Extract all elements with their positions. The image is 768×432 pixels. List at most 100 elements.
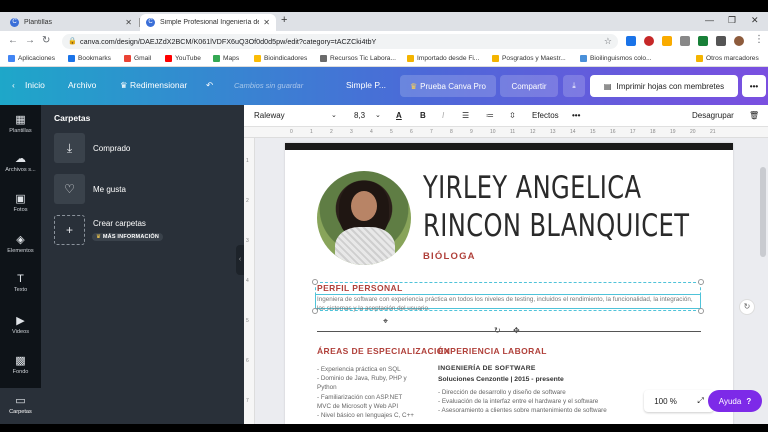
extension-icon[interactable]	[680, 36, 690, 46]
rail-item-elementos[interactable]: ◈ Elementos	[0, 233, 41, 254]
close-icon[interactable]: ✕	[125, 18, 132, 27]
bold-icon[interactable]: B	[420, 111, 426, 120]
bookmark-item[interactable]: YouTube	[165, 55, 201, 62]
bookmark-item[interactable]: Bioindicadores	[254, 55, 307, 62]
text-color-icon[interactable]: A	[396, 111, 402, 120]
align-left-icon[interactable]: ☰	[462, 111, 469, 120]
home-button[interactable]: Inicio	[25, 80, 45, 90]
experience-heading[interactable]: EXPERIENCIA LABORAL	[438, 346, 547, 356]
back-chevron-icon[interactable]: ‹	[12, 80, 15, 90]
tab-title: Plantillas	[24, 19, 53, 26]
areas-heading[interactable]: ÁREAS DE ESPECIALIZACIÓN	[317, 346, 450, 356]
maximize-icon[interactable]: ❐	[728, 15, 736, 26]
crown-icon: ♛	[96, 234, 102, 240]
resize-button[interactable]: Redimensionar	[130, 80, 187, 90]
workspace-scrollbar[interactable]	[760, 167, 766, 257]
bookmark-item[interactable]: Gmail	[124, 55, 151, 62]
try-pro-button[interactable]: ♛ Prueba Canva Pro	[400, 75, 496, 97]
effects-button[interactable]: Efectos	[532, 111, 559, 120]
collapse-panel-handle[interactable]: ‹	[236, 245, 244, 275]
trash-icon[interactable]: 🗑	[749, 111, 759, 120]
share-button[interactable]: Compartir	[500, 75, 558, 97]
extension-icon[interactable]	[644, 36, 654, 46]
ruler-tick: 21	[710, 129, 716, 135]
close-icon[interactable]: ✕	[263, 18, 270, 27]
resume-role[interactable]: BIÓLOGA	[423, 251, 476, 262]
photos-icon: ▣	[15, 193, 26, 205]
folder-comprado[interactable]: ⤓ Comprado	[54, 133, 244, 163]
more-info-badge[interactable]: ♛ MÁS INFORMACIÓN	[92, 233, 164, 241]
file-menu-button[interactable]: Archivo	[68, 80, 96, 90]
zoom-control[interactable]: 100 % ⤢	[644, 390, 714, 412]
rail-item-videos[interactable]: ▶ Videos	[0, 314, 41, 335]
url-input[interactable]: 🔒 canva.com/design/DAEJZdX2BCM/K061lVDFX…	[62, 34, 618, 49]
folders-panel: Carpetas ⤓ Comprado ♡ Me gusta + Crear c…	[41, 105, 244, 424]
list-icon[interactable]: ≔	[486, 111, 494, 120]
areas-list[interactable]: - Experiencia práctica en SQL - Dominio …	[317, 365, 414, 420]
bookmark-item[interactable]: Otros marcadores	[696, 55, 759, 62]
font-family-select[interactable]: Raleway	[254, 111, 285, 120]
rail-item-texto[interactable]: T Texto	[0, 273, 41, 293]
rail-item-fondo[interactable]: ▩ Fondo	[0, 354, 41, 375]
extension-icon[interactable]	[698, 36, 708, 46]
more-options-button[interactable]: •••	[742, 75, 766, 97]
undo-icon[interactable]: ↶	[206, 80, 213, 91]
bookmark-label: Bioilinguismos colo...	[590, 55, 652, 62]
document-title[interactable]: Simple P...	[346, 80, 386, 90]
bookmark-item[interactable]: Recursos Tic Labora...	[320, 55, 396, 62]
window-close-icon[interactable]: ✕	[751, 15, 759, 26]
ruler-tick: 11	[510, 129, 516, 135]
bookmark-item[interactable]: Bioilinguismos colo...	[580, 55, 652, 62]
bookmark-item[interactable]: Posgrados y Maestr...	[492, 55, 566, 62]
extension-icon[interactable]	[662, 36, 672, 46]
zoom-level: 100 %	[654, 396, 677, 406]
rail-item-carpetas[interactable]: ▭ Carpetas	[0, 388, 41, 424]
fullscreen-icon[interactable]: ⤢	[697, 396, 703, 406]
avatar[interactable]	[734, 36, 744, 46]
ungroup-button[interactable]: Desagrupar	[692, 111, 734, 120]
font-size-input[interactable]: 8,3	[354, 111, 365, 120]
browser-tab-strip: C Plantillas ✕ C Simple Profesional Inge…	[0, 12, 768, 31]
help-button[interactable]: Ayuda ?	[708, 390, 762, 412]
ruler-tick: 14	[570, 129, 576, 135]
rail-item-fotos[interactable]: ▣ Fotos	[0, 192, 41, 213]
back-arrow-icon[interactable]: ←	[8, 35, 18, 46]
job-company[interactable]: Soluciones Cenzontle | 2015 - presente	[438, 376, 564, 383]
italic-icon[interactable]: I	[442, 111, 444, 120]
folder-icon: ▭	[15, 395, 26, 407]
line-spacing-icon[interactable]: ⇳	[509, 111, 516, 120]
tab-simple-profesional[interactable]: C Simple Profesional Ingeniería de ✕	[140, 14, 276, 31]
bookmark-item[interactable]: Maps	[213, 55, 239, 62]
profile-photo[interactable]	[317, 171, 411, 265]
refresh-icon[interactable]: ↻	[739, 299, 755, 315]
reload-icon[interactable]: ↻	[42, 35, 50, 46]
resume-name[interactable]: YIRLEY ANGELICA RINCON BLANQUICET	[423, 169, 689, 245]
chevron-down-icon[interactable]: ⌄	[331, 111, 337, 119]
kebab-menu-icon[interactable]: ⋮	[754, 34, 764, 45]
puzzle-icon[interactable]	[716, 36, 726, 46]
bookmark-item[interactable]: Aplicaciones	[8, 55, 55, 62]
rail-item-plantillas[interactable]: ▦ Plantillas	[0, 113, 41, 134]
folder-label: Crear carpetas	[93, 219, 146, 228]
rail-item-archivos[interactable]: ☁ Archivos s...	[0, 152, 41, 173]
new-tab-button[interactable]: +	[281, 14, 287, 26]
job-items[interactable]: - Dirección de desarrollo y diseño de so…	[438, 388, 607, 416]
download-icon[interactable]: ⤓	[563, 75, 585, 97]
more-format-button[interactable]: •••	[572, 111, 580, 120]
job-title[interactable]: INGENIERÍA DE SOFTWARE	[438, 365, 536, 372]
resize-handle[interactable]	[698, 279, 704, 285]
perfil-heading[interactable]: PERFIL PERSONAL	[317, 283, 403, 293]
design-page[interactable]: YIRLEY ANGELICA RINCON BLANQUICET BIÓLOG…	[285, 143, 733, 424]
bookmark-item[interactable]: Bookmarks	[68, 55, 111, 62]
perfil-text[interactable]: Ingeniera de software con experiencia pr…	[317, 295, 701, 313]
extension-icon[interactable]	[626, 36, 636, 46]
page-header-bar	[285, 143, 733, 150]
print-button[interactable]: ▤ Imprimir hojas con membretes	[590, 75, 738, 97]
folder-me-gusta[interactable]: ♡ Me gusta	[54, 174, 244, 204]
tab-plantillas[interactable]: C Plantillas ✕	[4, 14, 138, 31]
bookmark-star-icon[interactable]: ☆	[604, 36, 612, 47]
minimize-icon[interactable]: —	[705, 15, 714, 25]
chevron-down-icon[interactable]: ⌄	[375, 111, 381, 119]
forward-arrow-icon[interactable]: →	[25, 35, 35, 46]
bookmark-item[interactable]: Importado desde Fi...	[407, 55, 479, 62]
